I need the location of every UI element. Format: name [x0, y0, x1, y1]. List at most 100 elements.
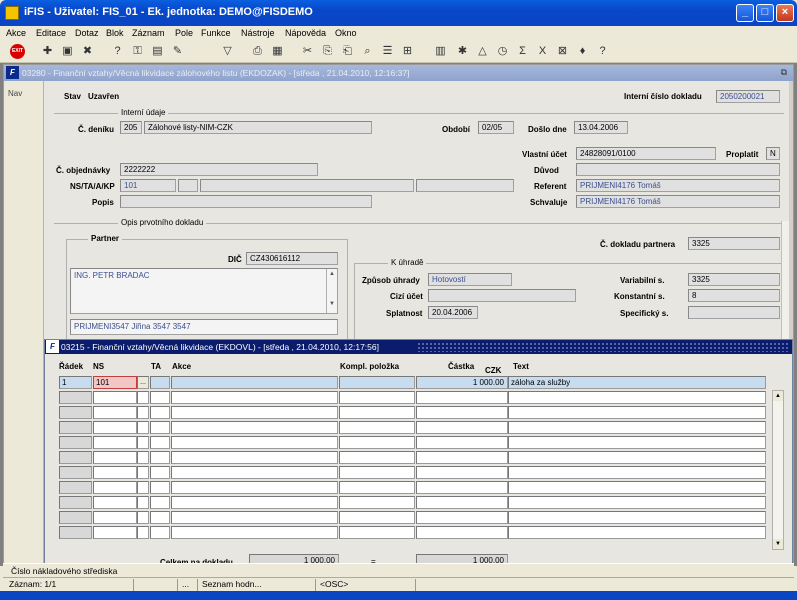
lov-button[interactable]: [137, 406, 149, 419]
cell-ns[interactable]: [93, 466, 137, 479]
maximize-button[interactable]: □: [756, 4, 774, 22]
lov-button[interactable]: [137, 511, 149, 524]
copy-icon[interactable]: ⎘: [320, 44, 335, 59]
nav-panel[interactable]: Nav: [4, 81, 44, 565]
exit-icon[interactable]: EXIT: [10, 44, 25, 59]
konstantni-field[interactable]: 8: [688, 289, 780, 302]
edit-icon[interactable]: ✎: [170, 44, 185, 59]
cell-radek[interactable]: [59, 526, 92, 539]
cell-radek[interactable]: [59, 406, 92, 419]
cell-text[interactable]: [508, 511, 766, 524]
cell-kompl[interactable]: [339, 421, 415, 434]
cell-text[interactable]: [508, 421, 766, 434]
clock-icon[interactable]: ◷: [495, 44, 510, 59]
popis-field[interactable]: [120, 195, 372, 208]
kp-field[interactable]: [416, 179, 514, 192]
cell-ta[interactable]: [150, 481, 170, 494]
cell-text[interactable]: [508, 496, 766, 509]
doslo-dne-field[interactable]: 13.04.2006: [574, 121, 628, 134]
duvod-field[interactable]: [576, 163, 780, 176]
zpusob-uhrady-field[interactable]: Hotovostí: [428, 273, 512, 286]
cell-akce[interactable]: [171, 526, 338, 539]
cell-akce[interactable]: [171, 466, 338, 479]
list-icon[interactable]: ☰: [380, 44, 395, 59]
calculator-icon[interactable]: ▥: [433, 44, 448, 59]
dic-field[interactable]: CZ430616112: [246, 252, 338, 265]
cell-ns[interactable]: [93, 406, 137, 419]
print-icon[interactable]: ⎙: [250, 44, 265, 59]
cell-text[interactable]: [508, 466, 766, 479]
cell-text[interactable]: záloha za služby: [508, 376, 766, 389]
cell-text[interactable]: [508, 481, 766, 494]
cell-kompl[interactable]: [339, 451, 415, 464]
cell-ta[interactable]: [150, 406, 170, 419]
form-scrollbar[interactable]: [781, 221, 789, 339]
cell-text[interactable]: [508, 436, 766, 449]
cell-akce[interactable]: [171, 511, 338, 524]
vlastni-ucet-field[interactable]: 24828091/0100: [576, 147, 716, 160]
count-query-icon[interactable]: ▤: [150, 44, 165, 59]
help-icon[interactable]: ?: [595, 44, 610, 59]
cell-castka[interactable]: [416, 466, 508, 479]
cell-ns[interactable]: [93, 511, 137, 524]
cell-akce[interactable]: [171, 376, 338, 389]
lov-button[interactable]: [137, 421, 149, 434]
cell-castka[interactable]: [416, 511, 508, 524]
akce-field[interactable]: [200, 179, 414, 192]
cell-text[interactable]: [508, 406, 766, 419]
cell-akce[interactable]: [171, 496, 338, 509]
cell-text[interactable]: [508, 451, 766, 464]
search-icon[interactable]: ⌕: [360, 44, 375, 59]
cell-akce[interactable]: [171, 391, 338, 404]
cell-kompl[interactable]: [339, 481, 415, 494]
minimize-button[interactable]: _: [736, 4, 754, 22]
menu-zaznam[interactable]: Záznam: [132, 28, 165, 38]
cell-ta[interactable]: [150, 376, 170, 389]
filter-icon[interactable]: ▽: [220, 44, 235, 59]
menu-dotaz[interactable]: Dotaz: [75, 28, 99, 38]
menu-okno[interactable]: Okno: [335, 28, 357, 38]
menu-nastroje[interactable]: Nástroje: [241, 28, 275, 38]
cell-ta[interactable]: [150, 391, 170, 404]
menu-napoveda[interactable]: Nápověda: [285, 28, 326, 38]
menu-funkce[interactable]: Funkce: [201, 28, 231, 38]
cell-radek[interactable]: [59, 436, 92, 449]
c-objednavky-field[interactable]: 2222222: [120, 163, 318, 176]
query-icon[interactable]: ?: [110, 44, 125, 59]
cell-ta[interactable]: [150, 421, 170, 434]
cell-ns[interactable]: [93, 496, 137, 509]
partner-contact-field[interactable]: PRIJMENI3547 Jiřina 3547 3547: [70, 319, 338, 335]
schvaluje-field[interactable]: PRIJMENI4176 Tomáš: [576, 195, 780, 208]
cell-ns[interactable]: [93, 481, 137, 494]
interni-cislo-field[interactable]: 2050200021: [716, 90, 780, 103]
c-dokladu-partnera-field[interactable]: 3325: [688, 237, 780, 250]
cell-castka[interactable]: [416, 526, 508, 539]
cell-radek[interactable]: [59, 466, 92, 479]
cell-radek[interactable]: [59, 451, 92, 464]
settings-icon[interactable]: ✱: [455, 44, 470, 59]
referent-field[interactable]: PRIJMENI4176 Tomáš: [576, 179, 780, 192]
cell-kompl[interactable]: [339, 406, 415, 419]
lov-button[interactable]: [137, 496, 149, 509]
cell-ns[interactable]: [93, 451, 137, 464]
cell-castka[interactable]: [416, 451, 508, 464]
variabilni-field[interactable]: 3325: [688, 273, 780, 286]
cell-ns[interactable]: [93, 526, 137, 539]
cell-kompl[interactable]: [339, 496, 415, 509]
cell-ta[interactable]: [150, 436, 170, 449]
menu-blok[interactable]: Blok: [106, 28, 124, 38]
cell-ns[interactable]: [93, 421, 137, 434]
menu-editace[interactable]: Editace: [36, 28, 66, 38]
execute-query-icon[interactable]: ⚿: [130, 44, 145, 59]
cell-radek[interactable]: [59, 391, 92, 404]
nav-label[interactable]: Nav: [8, 89, 22, 98]
close-button[interactable]: ×: [776, 4, 794, 22]
cell-kompl[interactable]: [339, 466, 415, 479]
cell-akce[interactable]: [171, 451, 338, 464]
export-icon[interactable]: ⊠: [555, 44, 570, 59]
splatnost-field[interactable]: 20.04.2006: [428, 306, 478, 319]
cell-castka[interactable]: [416, 421, 508, 434]
cell-radek[interactable]: [59, 496, 92, 509]
cell-akce[interactable]: [171, 406, 338, 419]
cell-radek[interactable]: [59, 511, 92, 524]
